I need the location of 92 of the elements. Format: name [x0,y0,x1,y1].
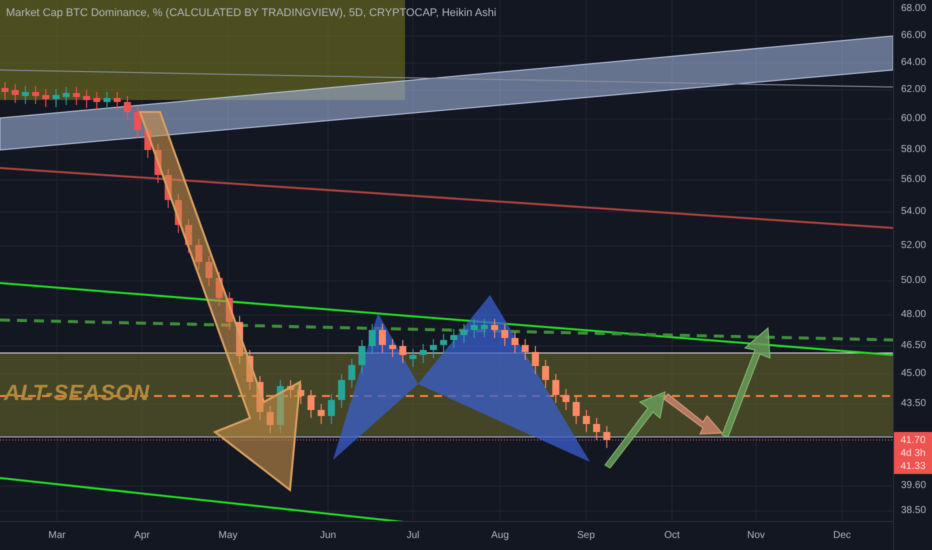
candle [532,346,539,374]
candle [420,344,427,364]
candle [174,194,182,234]
axis-label: Nov [747,531,765,541]
candle [470,318,478,338]
candle [430,338,437,358]
axis-label: Jul [406,531,420,541]
candle [542,360,550,388]
candle [368,324,376,354]
candle [164,168,172,208]
axis-label: Sep [577,531,595,541]
candle [185,218,192,254]
candle [512,332,518,354]
candle [440,334,448,354]
candle [114,92,121,110]
previous-close: 41.33 [900,460,926,472]
axis-label: Oct [664,531,680,541]
candle [144,124,152,158]
axis-label: 46.50 [901,341,926,351]
candle [2,82,8,100]
axis-label: 39.60 [901,481,926,491]
candle [93,92,100,110]
candle [22,86,29,104]
candle [450,328,458,348]
axis-label: Dec [833,531,851,541]
candle [83,90,90,108]
axis-label: 50.00 [901,276,926,286]
candle [276,380,284,434]
candle [62,86,70,106]
axis-label: 62.00 [901,85,926,95]
axis-label: 58.00 [901,145,926,155]
candle [348,358,356,388]
candle [12,84,19,104]
axis-label: 68.00 [901,4,926,14]
candle [195,238,202,270]
candle [256,376,264,420]
candle [52,88,60,108]
candle [124,96,131,120]
current-price: 41.70 [900,434,926,446]
axis-label: 66.00 [901,31,926,41]
candle [216,272,223,306]
candle [338,374,346,408]
candle [582,410,590,432]
axis-label: May [218,531,238,541]
axis-label: Mar [48,531,66,541]
candle [522,338,529,360]
candle [572,396,580,424]
axis-label: Jun [320,531,336,541]
candle [328,394,335,424]
axis-label: 48.00 [901,310,926,320]
zone-label: ALT-SEASON [4,382,150,404]
candle [72,86,80,106]
candle [491,318,498,338]
candle [42,88,50,108]
chart-title: Market Cap BTC Dominance, % (CALCULATED BY TRADINGVIEW), 5D, CRYPTOCAP, Heikin Ashi [6,6,496,21]
candle [501,324,508,346]
down-arrow [663,393,724,435]
axis-label: 64.00 [901,58,926,68]
axis-label: Aug [491,531,509,541]
candle [410,348,416,368]
candle [399,340,406,364]
axis-label: 54.00 [901,207,926,217]
axis-label: 52.00 [901,241,926,251]
candle [460,324,468,344]
candle [603,426,610,448]
candle [552,374,560,404]
candle [297,384,304,404]
candle [236,316,244,364]
axis-label: 56.00 [901,175,926,185]
candle [562,388,570,410]
axis-label: 60.00 [901,114,926,124]
candle [266,406,274,434]
candle [318,404,325,424]
candle [134,106,142,138]
bar-countdown: 4d 3h [900,446,926,460]
candle [246,350,254,390]
candle [308,390,314,418]
candle [154,144,162,184]
candle [358,340,366,374]
axis-label: Apr [134,531,150,541]
candle [593,418,600,440]
candle [32,86,40,104]
candle [206,256,212,286]
axis-label: 43.50 [901,399,926,409]
candle [287,380,294,398]
candle [378,324,386,354]
axis-label: 38.50 [901,506,926,516]
axis-label: 45.00 [901,369,926,379]
candle [104,92,110,110]
candle [389,338,396,358]
candle [480,318,488,338]
candle [226,292,233,330]
